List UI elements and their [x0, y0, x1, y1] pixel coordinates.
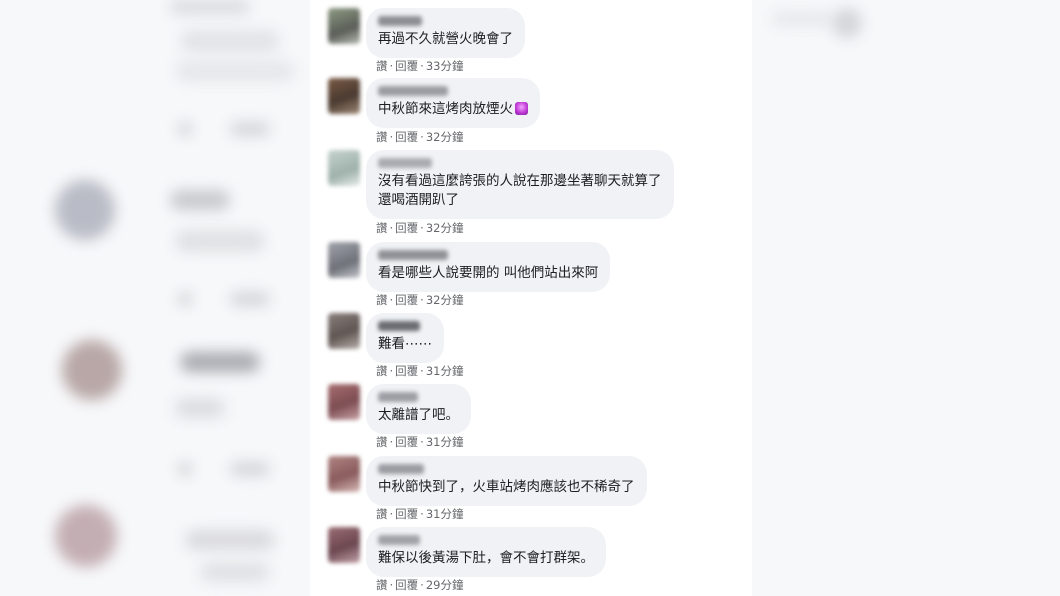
like-link[interactable]: 讚 — [376, 434, 388, 450]
comment-bubble: 沒有看過這麼誇張的人說在那邊坐著聊天就算了 還喝酒開趴了 — [366, 150, 674, 219]
comment-text: 看是哪些人說要開的 叫他們站出來阿 — [378, 265, 599, 281]
comment-text: 再過不久就營火晚會了 — [378, 31, 513, 47]
comment-actions: 讚 · 回覆 · 32分鐘 — [376, 292, 464, 308]
commenter-name[interactable] — [378, 464, 424, 474]
reply-link[interactable]: 回覆 — [395, 129, 418, 145]
user-avatar[interactable] — [328, 242, 360, 278]
reply-link[interactable]: 回覆 — [395, 434, 418, 450]
timestamp[interactable]: 32分鐘 — [426, 292, 464, 308]
user-avatar[interactable] — [328, 150, 360, 186]
comment-bubble: 中秋節來這烤肉放煙火 — [366, 78, 540, 128]
timestamp[interactable]: 31分鐘 — [426, 506, 464, 522]
comment-actions: 讚 · 回覆 · 29分鐘 — [376, 577, 464, 593]
comment-actions: 讚 · 回覆 · 31分鐘 — [376, 434, 464, 450]
reply-link[interactable]: 回覆 — [395, 363, 418, 379]
comment-bubble: 太離譜了吧。 — [366, 384, 471, 434]
commenter-name[interactable] — [378, 535, 420, 545]
commenter-name[interactable] — [378, 86, 448, 96]
comment-text-line-2: 還喝酒開趴了 — [378, 192, 459, 208]
reply-link[interactable]: 回覆 — [395, 220, 418, 236]
comment-text: 沒有看過這麼誇張的人說在那邊坐著聊天就算了 — [378, 173, 662, 189]
like-link[interactable]: 讚 — [376, 506, 388, 522]
reply-link[interactable]: 回覆 — [395, 577, 418, 593]
reply-link[interactable]: 回覆 — [395, 506, 418, 522]
comment-actions: 讚 · 回覆 · 33分鐘 — [376, 58, 464, 74]
comment-bubble: 難保以後黃湯下肚，會不會打群架。 — [366, 527, 606, 577]
like-link[interactable]: 讚 — [376, 220, 388, 236]
comment-feed: 再過不久就營火晚會了 讚 · 回覆 · 33分鐘 中秋節來這烤肉放煙火 讚 · 回覆 · 32分… — [310, 0, 752, 596]
timestamp[interactable]: 31分鐘 — [426, 363, 464, 379]
user-avatar[interactable] — [328, 78, 360, 114]
comment-text: 難保以後黃湯下肚，會不會打群架。 — [378, 550, 594, 566]
comment-actions: 讚 · 回覆 · 31分鐘 — [376, 506, 464, 522]
like-link[interactable]: 讚 — [376, 129, 388, 145]
comment-actions: 讚 · 回覆 · 31分鐘 — [376, 363, 464, 379]
user-avatar[interactable] — [328, 384, 360, 420]
commenter-name[interactable] — [378, 16, 422, 26]
purple-sparkle-emoji — [515, 102, 528, 115]
comment-text: 難看⋯⋯ — [378, 336, 432, 352]
blurred-background-right — [752, 0, 1060, 596]
comment-actions: 讚 · 回覆 · 32分鐘 — [376, 220, 464, 236]
user-avatar[interactable] — [328, 527, 360, 563]
comment-text: 中秋節來這烤肉放煙火 — [378, 100, 528, 119]
commenter-name[interactable] — [378, 392, 418, 402]
reply-link[interactable]: 回覆 — [395, 292, 418, 308]
like-link[interactable]: 讚 — [376, 58, 388, 74]
timestamp[interactable]: 32分鐘 — [426, 220, 464, 236]
like-link[interactable]: 讚 — [376, 577, 388, 593]
user-avatar[interactable] — [328, 456, 360, 492]
comment-bubble: 看是哪些人說要開的 叫他們站出來阿 — [366, 242, 611, 292]
user-avatar[interactable] — [328, 8, 360, 44]
timestamp[interactable]: 31分鐘 — [426, 434, 464, 450]
blurred-background-left — [0, 0, 310, 596]
user-avatar[interactable] — [328, 313, 360, 349]
reply-link[interactable]: 回覆 — [395, 58, 418, 74]
commenter-name[interactable] — [378, 250, 448, 260]
comment-bubble: 中秋節快到了，火車站烤肉應該也不稀奇了 — [366, 456, 647, 506]
comment-bubble: 再過不久就營火晚會了 — [366, 8, 525, 58]
comment-actions: 讚 · 回覆 · 32分鐘 — [376, 129, 464, 145]
comment-bubble: 難看⋯⋯ — [366, 313, 444, 363]
comment-text: 中秋節快到了，火車站烤肉應該也不稀奇了 — [378, 479, 635, 495]
commenter-name[interactable] — [378, 321, 420, 331]
like-link[interactable]: 讚 — [376, 363, 388, 379]
like-link[interactable]: 讚 — [376, 292, 388, 308]
timestamp[interactable]: 32分鐘 — [426, 129, 464, 145]
comment-text: 太離譜了吧。 — [378, 407, 459, 423]
timestamp[interactable]: 29分鐘 — [426, 577, 464, 593]
commenter-name[interactable] — [378, 158, 432, 168]
timestamp[interactable]: 33分鐘 — [426, 58, 464, 74]
